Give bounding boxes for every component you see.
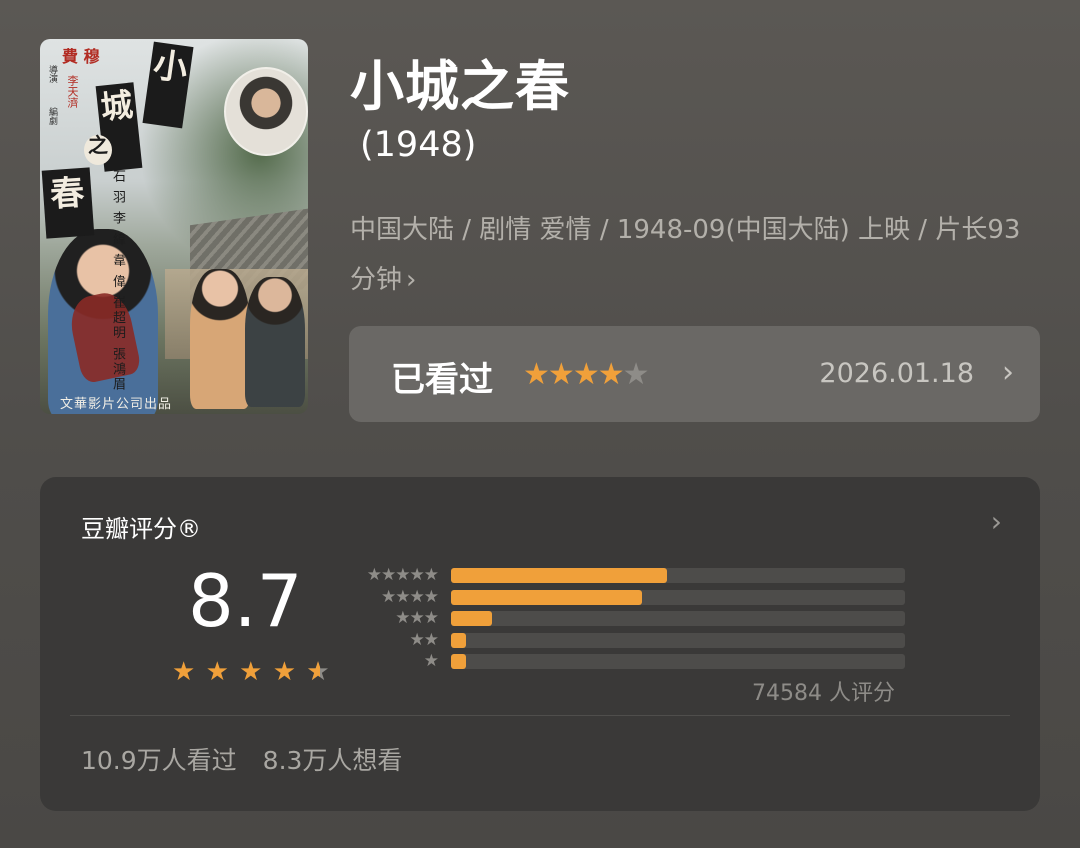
movie-year: (1948) — [360, 125, 477, 165]
total-ratings: 74584 人评分 — [752, 681, 895, 706]
star-filled-icon: ★ — [597, 357, 625, 392]
rating-row-stars: ★★★★★ — [366, 565, 439, 585]
rating-bar-track — [451, 589, 905, 605]
rating-bar-track — [451, 611, 905, 626]
rating-bar-track — [451, 568, 905, 583]
star-filled-icon: ★ — [172, 657, 197, 687]
rating-bar-track — [451, 632, 905, 648]
watched-date: 2026.01.18 — [819, 358, 974, 389]
star-empty-icon: ★ — [622, 357, 650, 392]
rating-row-stars: ★★★★ — [381, 586, 439, 607]
chevron-right-icon[interactable]: › — [991, 505, 1002, 538]
star-filled-icon: ★ — [205, 657, 230, 687]
star-filled-icon: ★ — [523, 357, 550, 392]
rating-row-stars: ★★ — [409, 629, 439, 650]
movie-meta[interactable]: 中国大陆 / 剧情 爱情 / 1948-09(中国大陆) 上映 / 片长93分钟… — [350, 205, 1040, 305]
poster-cast: 石 羽 李 緯 韋 偉 崔超明 張鴻眉 — [110, 169, 125, 392]
poster-credit-director-name: 費 穆 — [62, 47, 100, 66]
poster-girl-figure — [190, 269, 250, 409]
wish-count[interactable]: 8.3万人想看 — [263, 746, 403, 775]
star-half-icon: ★ — [306, 657, 330, 687]
rating-score-stars: ★ ★ ★ ★ ★ — [172, 657, 331, 687]
star-filled-icon: ★ — [239, 657, 264, 687]
poster-title-char: 之 — [84, 135, 112, 165]
rating-bar-fill — [451, 568, 667, 583]
movie-meta-text: 中国大陆 / 剧情 爱情 / 1948-09(中国大陆) 上映 / 片长93分钟 — [350, 215, 1021, 295]
poster-title-char: 小 — [142, 41, 194, 129]
star-filled-icon: ★ — [272, 657, 298, 687]
poster-title-char: 春 — [41, 167, 95, 239]
divider — [70, 715, 1010, 716]
rating-bar-fill — [451, 611, 492, 626]
rating-score: 8.7 — [188, 559, 303, 643]
poster-portrait — [224, 67, 308, 156]
poster-credit-writer-role: 編劇 — [47, 107, 57, 125]
movie-poster[interactable]: 小 城 之 春 費 穆 導演 李天濟 編劇 石 羽 李 緯 韋 偉 崔超明 張鴻… — [40, 39, 308, 414]
rating-card-title: 豆瓣评分® — [81, 515, 201, 543]
rating-row-stars: ★ — [423, 651, 439, 671]
rating-bar-fill — [451, 632, 466, 648]
star-filled-icon: ★ — [547, 357, 575, 392]
poster-studio: 文華影片公司出品 — [60, 397, 173, 412]
poster-credit-director-role: 導演 — [47, 65, 57, 83]
watched-label: 已看过 — [391, 360, 493, 400]
my-rating-stars: ★★★★★ — [523, 357, 650, 392]
audience-stats: 10.9万人看过 8.3万人想看 — [81, 741, 402, 777]
chevron-right-icon: › — [1002, 355, 1014, 390]
movie-title: 小城之春 — [350, 55, 570, 118]
rating-row-stars: ★★★ — [395, 608, 439, 628]
poster-credit-writer-name: 李天濟 — [66, 75, 79, 108]
rating-bar-fill — [451, 589, 642, 605]
watched-count[interactable]: 10.9万人看过 — [81, 746, 237, 775]
star-filled-icon: ★ — [572, 357, 600, 392]
rating-bar-track — [451, 654, 905, 669]
chevron-right-icon: › — [406, 265, 417, 295]
watched-status-bar[interactable]: 已看过 ★★★★★ 2026.01.18 › — [349, 326, 1040, 422]
douban-rating-card[interactable]: 豆瓣评分® › 8.7 ★ ★ ★ ★ ★ ★ ★★★★ ★ ★★★ ★ ★★ ★ ★ … — [40, 477, 1040, 811]
poster-man-figure — [245, 277, 305, 407]
rating-bar-fill — [451, 654, 466, 669]
